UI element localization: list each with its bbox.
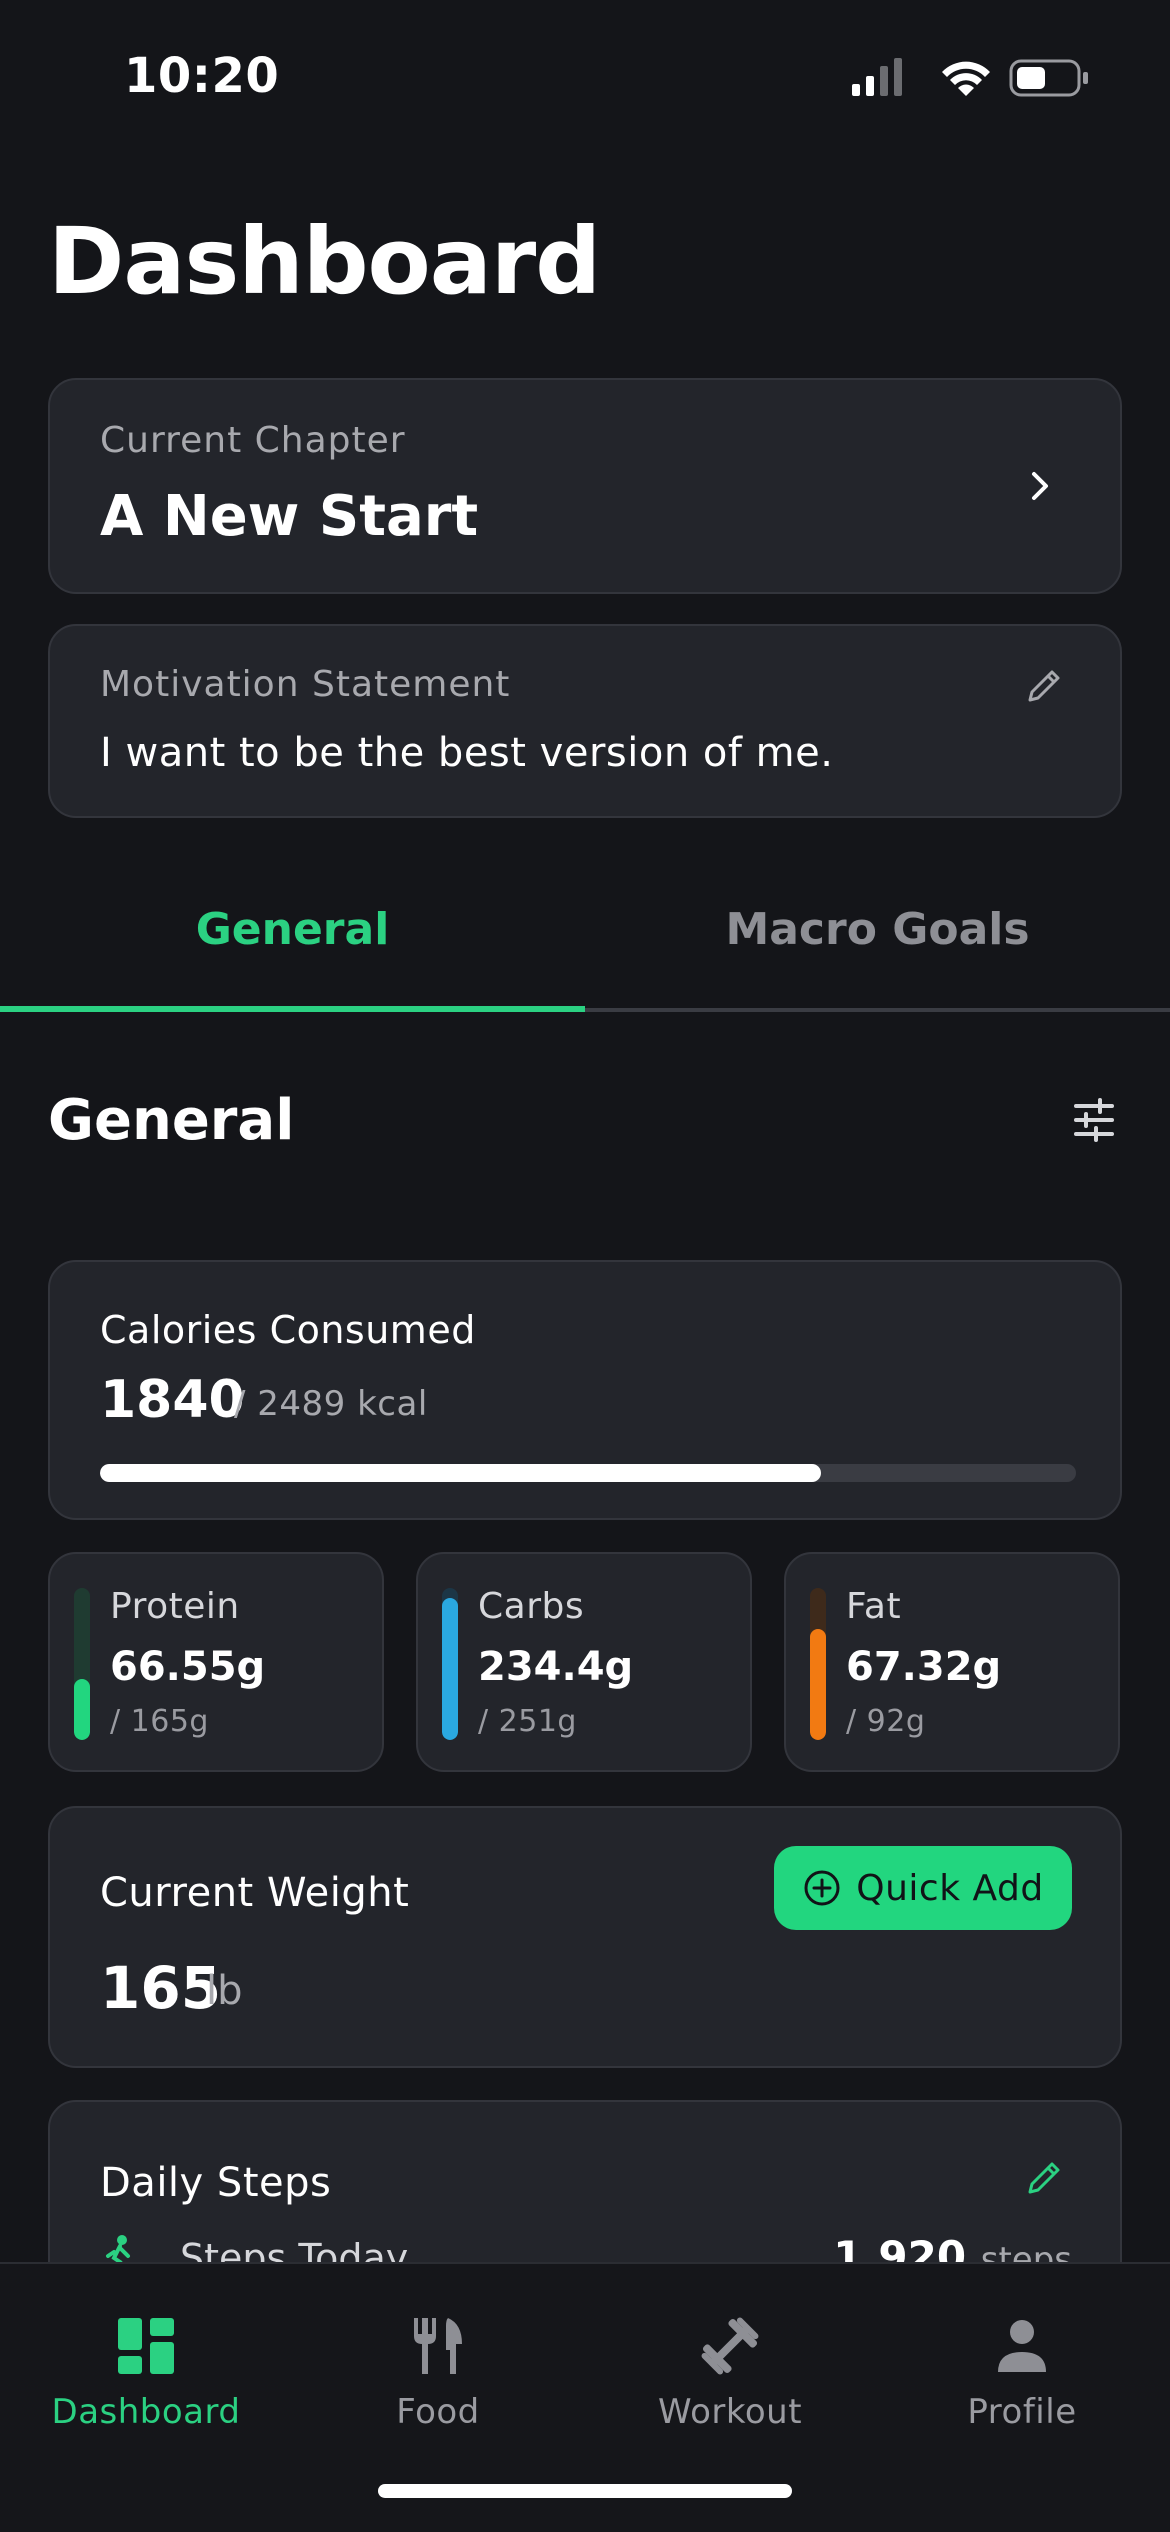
motivation-text: I want to be the best version of me. [100,730,834,776]
steps-label: Daily Steps [100,2160,332,2206]
page-title: Dashboard [48,208,601,315]
tab-general[interactable]: General [0,904,585,955]
macro-target: / 92g [846,1704,926,1739]
pencil-icon[interactable] [1022,664,1066,708]
chapter-label: Current Chapter [100,420,406,461]
protein-progress-bar [74,1588,90,1740]
macro-target: / 251g [478,1704,577,1739]
dashboard-icon [118,2318,174,2374]
carbs-progress-fill [442,1598,458,1740]
section-title: General [48,1088,295,1153]
calories-target: / 2489 kcal [234,1384,428,1424]
fat-progress-bar [810,1588,826,1740]
motivation-card: Motivation Statement I want to be the be… [48,624,1122,818]
signal-icon [852,58,902,96]
macro-value: 234.4g [478,1644,634,1690]
current-chapter-card[interactable]: Current Chapter A New Start [48,378,1122,594]
weight-unit: lb [206,1968,243,2014]
macro-card-protein: Protein 66.55g / 165g [48,1552,384,1772]
quick-add-label: Quick Add [856,1867,1044,1909]
calories-card: Calories Consumed 1840 / 2489 kcal [48,1260,1122,1520]
person-icon [998,2320,1046,2372]
battery-icon [1009,59,1088,97]
nav-item-food[interactable]: Food [292,2314,584,2464]
calories-value: 1840 [100,1370,245,1430]
home-indicator [378,2484,792,2498]
weight-card: Current Weight 165 lb Quick Add [48,1806,1122,2068]
nav-label: Workout [657,2392,803,2432]
nav-label: Food [396,2392,480,2432]
status-icons [852,58,1088,97]
calories-progress-track [100,1464,1076,1482]
macro-name: Carbs [478,1586,585,1627]
calories-label: Calories Consumed [100,1308,476,1352]
macro-value: 67.32g [846,1644,1002,1690]
macro-name: Protein [110,1586,240,1627]
fork-knife-icon [414,2318,462,2374]
calories-progress-fill [100,1464,822,1482]
macro-card-carbs: Carbs 234.4g / 251g [416,1552,752,1772]
weight-value: 165 [100,1954,222,2022]
nav-item-workout[interactable]: Workout [584,2314,876,2464]
tab-active-indicator [0,1006,585,1012]
protein-progress-fill [74,1678,90,1740]
nav-item-profile[interactable]: Profile [876,2314,1168,2464]
pencil-icon[interactable] [1022,2156,1066,2200]
plus-circle-icon [804,1870,840,1906]
carbs-progress-bar [442,1588,458,1740]
fat-progress-fill [810,1628,826,1740]
nav-label: Dashboard [51,2392,241,2432]
weight-label: Current Weight [100,1870,410,1916]
macro-value: 66.55g [110,1644,266,1690]
tab-macro-goals[interactable]: Macro Goals [585,904,1170,955]
status-time: 10:20 [124,48,280,104]
sliders-icon[interactable] [1070,1096,1118,1144]
motivation-label: Motivation Statement [100,664,511,705]
macro-name: Fat [846,1586,902,1627]
macro-card-fat: Fat 67.32g / 92g [784,1552,1120,1772]
chapter-title: A New Start [100,484,479,549]
wifi-icon [942,61,990,96]
chevron-right-icon [1032,472,1048,500]
nav-item-dashboard[interactable]: Dashboard [0,2314,292,2464]
macro-target: / 165g [110,1704,209,1739]
nav-label: Profile [967,2392,1077,2432]
dumbbell-icon [701,2317,759,2375]
quick-add-button[interactable]: Quick Add [774,1846,1072,1930]
